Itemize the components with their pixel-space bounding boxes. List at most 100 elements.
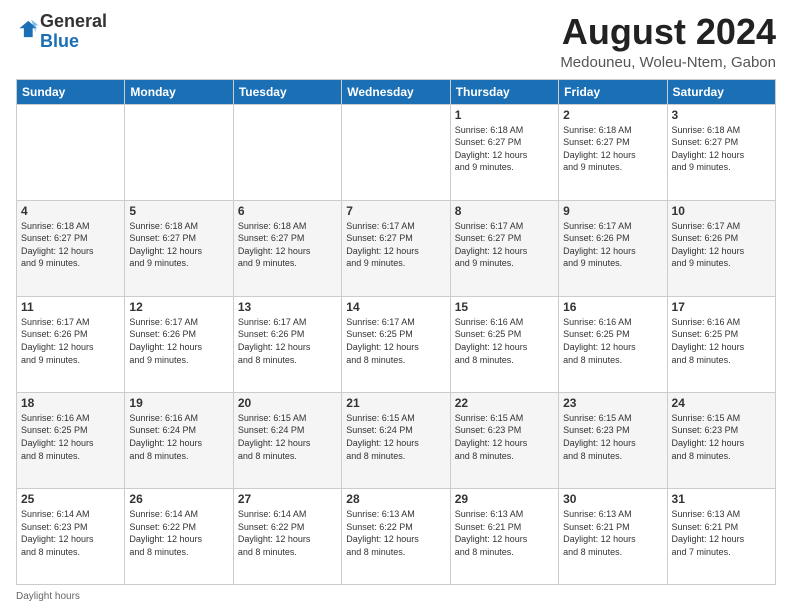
day-info: Sunrise: 6:17 AM Sunset: 6:26 PM Dayligh… xyxy=(21,316,120,366)
day-number: 26 xyxy=(129,492,228,506)
day-number: 9 xyxy=(563,204,662,218)
logo-icon xyxy=(18,18,40,40)
calendar-cell: 21 Sunrise: 6:15 AM Sunset: 6:24 PM Dayli… xyxy=(342,392,450,488)
day-number: 24 xyxy=(672,396,771,410)
day-number: 30 xyxy=(563,492,662,506)
day-number: 21 xyxy=(346,396,445,410)
calendar-cell: 28 Sunrise: 6:13 AM Sunset: 6:22 PM Dayli… xyxy=(342,488,450,584)
col-friday: Friday xyxy=(559,79,667,104)
day-info: Sunrise: 6:17 AM Sunset: 6:26 PM Dayligh… xyxy=(672,220,771,270)
calendar-cell: 13Sunrise: 6:17 AM Sunset: 6:26 PM Dayli… xyxy=(233,296,341,392)
day-info: Sunrise: 6:15 AM Sunset: 6:24 PM Dayligh… xyxy=(238,412,337,462)
calendar-cell: 2Sunrise: 6:18 AM Sunset: 6:27 PM Daylig… xyxy=(559,104,667,200)
day-info: Sunrise: 6:14 AM Sunset: 6:22 PM Dayligh… xyxy=(238,508,337,558)
logo-blue-text: Blue xyxy=(40,31,79,51)
calendar-cell: 3 Sunrise: 6:18 AM Sunset: 6:27 PM Daylig… xyxy=(667,104,775,200)
day-number: 6 xyxy=(238,204,337,218)
col-thursday: Thursday xyxy=(450,79,558,104)
day-info: Sunrise: 6:14 AM Sunset: 6:23 PM Dayligh… xyxy=(21,508,120,558)
day-number: 18 xyxy=(21,396,120,410)
calendar-cell: 6 Sunrise: 6:18 AM Sunset: 6:27 PM Daylig… xyxy=(233,200,341,296)
header: General Blue August 2024 Medouneu, Woleu… xyxy=(16,12,776,71)
day-info: Sunrise: 6:17 AM Sunset: 6:25 PM Dayligh… xyxy=(346,316,445,366)
day-info: Sunrise: 6:18 AM Sunset: 6:27 PM Dayligh… xyxy=(563,124,662,174)
day-number: 7 xyxy=(346,204,445,218)
day-number: 29 xyxy=(455,492,554,506)
day-info: Sunrise: 6:18 AM Sunset: 6:27 PM Dayligh… xyxy=(238,220,337,270)
calendar-week-3: 11 Sunrise: 6:17 AM Sunset: 6:26 PM Dayli… xyxy=(17,296,776,392)
day-number: 22 xyxy=(455,396,554,410)
day-info: Sunrise: 6:17 AM Sunset: 6:27 PM Dayligh… xyxy=(346,220,445,270)
page: General Blue August 2024 Medouneu, Woleu… xyxy=(0,0,792,612)
calendar-week-2: 4 Sunrise: 6:18 AM Sunset: 6:27 PM Daylig… xyxy=(17,200,776,296)
day-info: Sunrise: 6:17 AM Sunset: 6:26 PM Dayligh… xyxy=(238,316,337,366)
col-wednesday: Wednesday xyxy=(342,79,450,104)
calendar-week-1: 1 Sunrise: 6:18 AM Sunset: 6:27 PM Daylig… xyxy=(17,104,776,200)
day-info: Sunrise: 6:17 AM Sunset: 6:27 PM Dayligh… xyxy=(455,220,554,270)
day-number: 14 xyxy=(346,300,445,314)
calendar-cell: 14 Sunrise: 6:17 AM Sunset: 6:25 PM Dayli… xyxy=(342,296,450,392)
calendar-cell: 30 Sunrise: 6:13 AM Sunset: 6:21 PM Dayli… xyxy=(559,488,667,584)
footer: Daylight hours xyxy=(16,591,776,602)
calendar-cell: 7 Sunrise: 6:17 AM Sunset: 6:27 PM Daylig… xyxy=(342,200,450,296)
day-info: Sunrise: 6:15 AM Sunset: 6:24 PM Dayligh… xyxy=(346,412,445,462)
col-saturday: Saturday xyxy=(667,79,775,104)
calendar-cell: 18 Sunrise: 6:16 AM Sunset: 6:25 PM Dayli… xyxy=(17,392,125,488)
day-number: 16 xyxy=(563,300,662,314)
day-info: Sunrise: 6:16 AM Sunset: 6:25 PM Dayligh… xyxy=(563,316,662,366)
day-info: Sunrise: 6:18 AM Sunset: 6:27 PM Dayligh… xyxy=(21,220,120,270)
day-number: 3 xyxy=(672,108,771,122)
day-info: Sunrise: 6:16 AM Sunset: 6:24 PM Dayligh… xyxy=(129,412,228,462)
calendar-cell: 19 Sunrise: 6:16 AM Sunset: 6:24 PM Dayli… xyxy=(125,392,233,488)
calendar-subtitle: Medouneu, Woleu-Ntem, Gabon xyxy=(560,54,776,71)
calendar-cell: 20 Sunrise: 6:15 AM Sunset: 6:24 PM Dayli… xyxy=(233,392,341,488)
day-info: Sunrise: 6:17 AM Sunset: 6:26 PM Dayligh… xyxy=(129,316,228,366)
calendar-cell xyxy=(233,104,341,200)
day-info: Sunrise: 6:13 AM Sunset: 6:21 PM Dayligh… xyxy=(455,508,554,558)
day-info: Sunrise: 6:16 AM Sunset: 6:25 PM Dayligh… xyxy=(672,316,771,366)
day-info: Sunrise: 6:13 AM Sunset: 6:21 PM Dayligh… xyxy=(563,508,662,558)
day-number: 8 xyxy=(455,204,554,218)
day-info: Sunrise: 6:17 AM Sunset: 6:26 PM Dayligh… xyxy=(563,220,662,270)
calendar-cell: 15 Sunrise: 6:16 AM Sunset: 6:25 PM Dayli… xyxy=(450,296,558,392)
day-number: 20 xyxy=(238,396,337,410)
calendar-cell xyxy=(17,104,125,200)
day-number: 19 xyxy=(129,396,228,410)
day-info: Sunrise: 6:15 AM Sunset: 6:23 PM Dayligh… xyxy=(563,412,662,462)
day-info: Sunrise: 6:13 AM Sunset: 6:22 PM Dayligh… xyxy=(346,508,445,558)
day-info: Sunrise: 6:15 AM Sunset: 6:23 PM Dayligh… xyxy=(455,412,554,462)
logo: General Blue xyxy=(16,12,107,52)
calendar-cell xyxy=(342,104,450,200)
calendar-cell: 16 Sunrise: 6:16 AM Sunset: 6:25 PM Dayli… xyxy=(559,296,667,392)
day-number: 28 xyxy=(346,492,445,506)
day-number: 15 xyxy=(455,300,554,314)
calendar-cell: 29 Sunrise: 6:13 AM Sunset: 6:21 PM Dayli… xyxy=(450,488,558,584)
logo-general-text: General xyxy=(40,11,107,31)
day-info: Sunrise: 6:18 AM Sunset: 6:27 PM Dayligh… xyxy=(672,124,771,174)
day-number: 10 xyxy=(672,204,771,218)
calendar-cell: 26 Sunrise: 6:14 AM Sunset: 6:22 PM Dayli… xyxy=(125,488,233,584)
calendar-body: 1 Sunrise: 6:18 AM Sunset: 6:27 PM Daylig… xyxy=(17,104,776,584)
calendar-week-5: 25 Sunrise: 6:14 AM Sunset: 6:23 PM Dayli… xyxy=(17,488,776,584)
calendar-cell: 11 Sunrise: 6:17 AM Sunset: 6:26 PM Dayli… xyxy=(17,296,125,392)
calendar-cell: 25 Sunrise: 6:14 AM Sunset: 6:23 PM Dayli… xyxy=(17,488,125,584)
calendar-cell xyxy=(125,104,233,200)
day-info: Sunrise: 6:13 AM Sunset: 6:21 PM Dayligh… xyxy=(672,508,771,558)
calendar-header: Sunday Monday Tuesday Wednesday Thursday… xyxy=(17,79,776,104)
day-number: 11 xyxy=(21,300,120,314)
calendar-week-4: 18 Sunrise: 6:16 AM Sunset: 6:25 PM Dayli… xyxy=(17,392,776,488)
day-number: 1 xyxy=(455,108,554,122)
calendar-cell: 8 Sunrise: 6:17 AM Sunset: 6:27 PM Daylig… xyxy=(450,200,558,296)
title-block: August 2024 Medouneu, Woleu-Ntem, Gabon xyxy=(560,12,776,71)
day-info: Sunrise: 6:14 AM Sunset: 6:22 PM Dayligh… xyxy=(129,508,228,558)
day-info: Sunrise: 6:16 AM Sunset: 6:25 PM Dayligh… xyxy=(455,316,554,366)
calendar-cell: 5Sunrise: 6:18 AM Sunset: 6:27 PM Daylig… xyxy=(125,200,233,296)
day-number: 4 xyxy=(21,204,120,218)
day-number: 25 xyxy=(21,492,120,506)
day-info: Sunrise: 6:15 AM Sunset: 6:23 PM Dayligh… xyxy=(672,412,771,462)
calendar-cell: 1Sunrise: 6:18 AM Sunset: 6:27 PM Daylig… xyxy=(450,104,558,200)
calendar-table: Sunday Monday Tuesday Wednesday Thursday… xyxy=(16,79,776,585)
col-sunday: Sunday xyxy=(17,79,125,104)
day-number: 31 xyxy=(672,492,771,506)
day-info: Sunrise: 6:16 AM Sunset: 6:25 PM Dayligh… xyxy=(21,412,120,462)
